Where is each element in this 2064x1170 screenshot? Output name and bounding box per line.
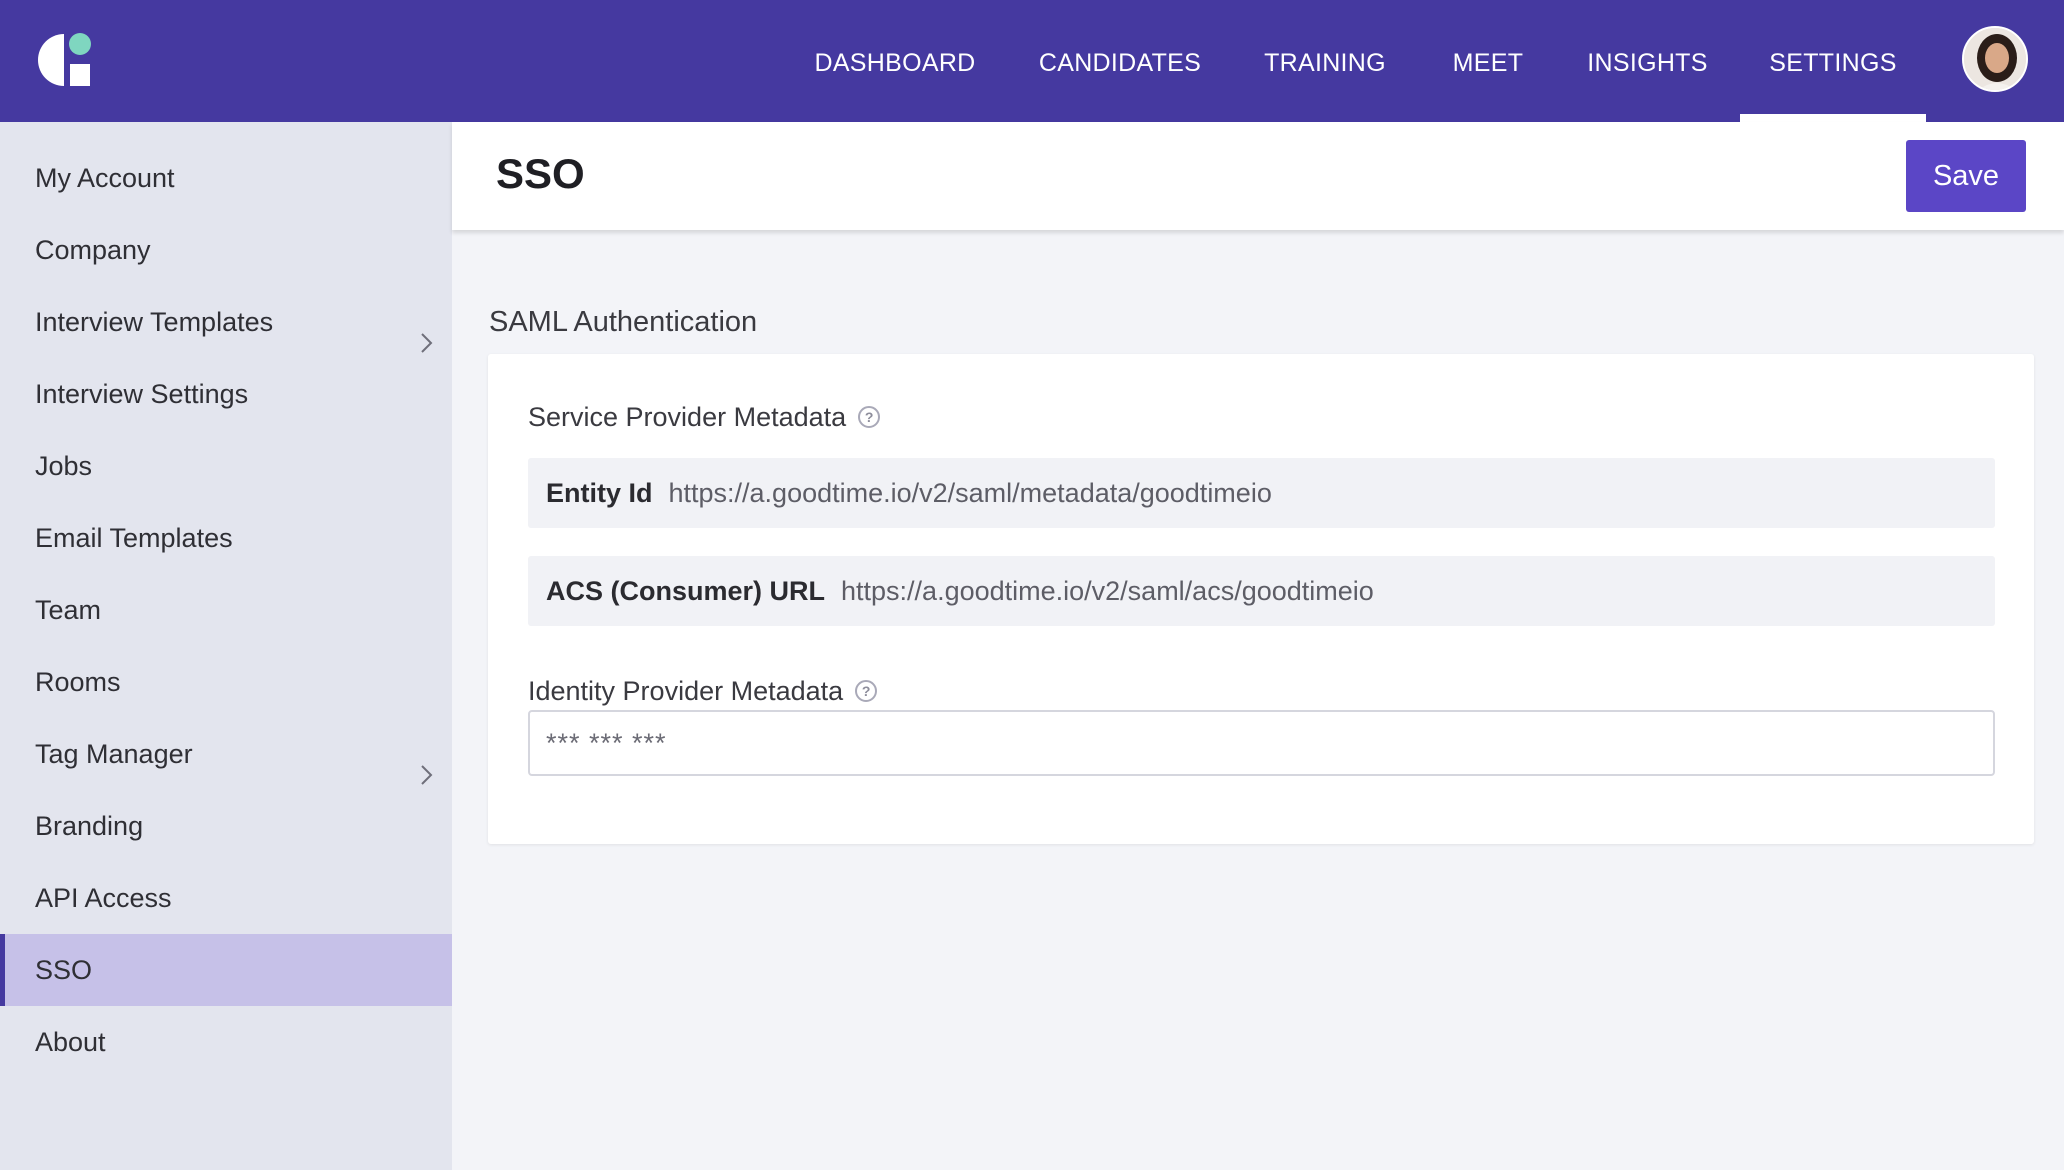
entity-id-row: Entity Id https://a.goodtime.io/v2/saml/m…: [528, 458, 1995, 528]
sidebar-item-rooms[interactable]: Rooms: [0, 646, 452, 718]
nav-meet[interactable]: MEET: [1445, 0, 1531, 122]
page-header: SSO Save: [452, 122, 2064, 230]
sidebar-item-my-account[interactable]: My Account: [0, 142, 452, 214]
sidebar-item-label: Jobs: [35, 451, 93, 481]
nav-training[interactable]: TRAINING: [1255, 0, 1395, 122]
entity-id-key: Entity Id: [546, 478, 653, 508]
nav-dashboard[interactable]: DASHBOARD: [805, 0, 985, 122]
sidebar-item-tag-manager[interactable]: Tag Manager: [0, 718, 452, 790]
sp-metadata-label-text: Service Provider Metadata: [528, 402, 847, 432]
sidebar-item-branding[interactable]: Branding: [0, 790, 452, 862]
nav-candidates[interactable]: CANDIDATES: [1025, 0, 1215, 122]
acs-url-key: ACS (Consumer) URL: [546, 576, 826, 606]
sidebar-item-sso[interactable]: SSO: [0, 934, 452, 1006]
sidebar-item-interview-settings[interactable]: Interview Settings: [0, 358, 452, 430]
saml-card: Service Provider Metadata? Entity Id http…: [488, 354, 2034, 844]
nav-settings[interactable]: SETTINGS: [1740, 0, 1926, 122]
sidebar-item-label: About: [35, 1027, 106, 1057]
sidebar-item-label: Rooms: [35, 667, 121, 697]
idp-metadata-label-text: Identity Provider Metadata: [528, 676, 844, 706]
nav-insights[interactable]: INSIGHTS: [1585, 0, 1710, 122]
sidebar-item-label: My Account: [35, 163, 175, 193]
chevron-right-icon: [414, 742, 438, 785]
idp-metadata-label: Identity Provider Metadata?: [528, 676, 878, 707]
sidebar-item-label: Team: [35, 595, 102, 625]
sidebar-item-company[interactable]: Company: [0, 214, 452, 286]
section-title: SAML Authentication: [489, 306, 758, 338]
goodtime-logo[interactable]: [34, 30, 94, 90]
sidebar-item-email-templates[interactable]: Email Templates: [0, 502, 452, 574]
sidebar-item-api-access[interactable]: API Access: [0, 862, 452, 934]
top-navigation-bar: DASHBOARD CANDIDATES TRAINING MEET INSIG…: [0, 0, 2064, 122]
sidebar-item-jobs[interactable]: Jobs: [0, 430, 452, 502]
sidebar-item-label: SSO: [35, 955, 93, 985]
idp-metadata-input[interactable]: [528, 710, 1995, 776]
sidebar-item-interview-templates[interactable]: Interview Templates: [0, 286, 452, 358]
sidebar-item-label: Interview Templates: [35, 307, 274, 337]
sidebar-item-label: Interview Settings: [35, 379, 249, 409]
save-button[interactable]: Save: [1906, 140, 2026, 212]
help-circle-icon[interactable]: ?: [855, 680, 878, 702]
sidebar-item-label: Company: [35, 235, 151, 265]
sidebar-item-label: Branding: [35, 811, 144, 841]
user-avatar[interactable]: [1962, 26, 2028, 92]
sp-metadata-label: Service Provider Metadata?: [528, 402, 881, 433]
sidebar-item-label: API Access: [35, 883, 172, 913]
sidebar-item-label: Tag Manager: [35, 739, 193, 769]
sidebar-item-team[interactable]: Team: [0, 574, 452, 646]
page-title: SSO: [496, 150, 585, 197]
acs-url-row: ACS (Consumer) URL https://a.goodtime.io/…: [528, 556, 1995, 626]
entity-id-value: https://a.goodtime.io/v2/saml/metadata/g…: [668, 478, 1272, 508]
help-circle-icon[interactable]: ?: [858, 406, 881, 428]
sidebar-item-label: Email Templates: [35, 523, 233, 553]
acs-url-value: https://a.goodtime.io/v2/saml/acs/goodti…: [841, 576, 1374, 606]
sidebar-item-about[interactable]: About: [0, 1006, 452, 1078]
settings-sidebar: My Account Company Interview Templates I…: [0, 122, 452, 1170]
chevron-right-icon: [414, 310, 438, 353]
